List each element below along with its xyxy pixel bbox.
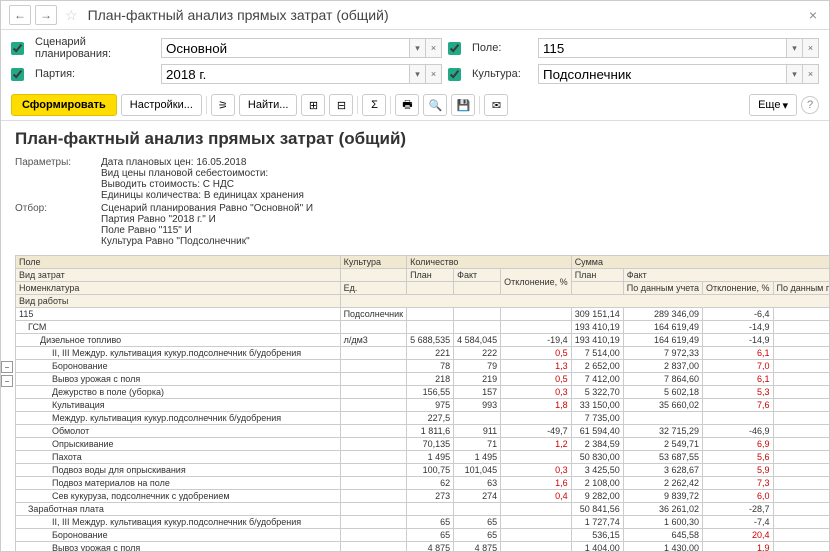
table-row[interactable]: Подвоз воды для опрыскивания100,75101,04… [16,464,830,477]
fav-icon[interactable]: ☆ [65,7,78,24]
table-row[interactable]: Боронование78791,32 652,002 837,007,0 [16,360,830,373]
sel-field-drop[interactable]: ▾ [787,38,803,58]
lbl-party: Партия: [35,68,155,80]
sel-party-drop[interactable]: ▾ [410,64,426,84]
sum-icon[interactable]: Σ [362,94,386,116]
chk-culture[interactable] [448,68,461,81]
table-row[interactable]: II, III Междур. культивация кукур.подсол… [16,347,830,360]
lbl-culture: Культура: [472,68,532,80]
table-row[interactable]: Сев кукуруза, подсолнечник с удобрением2… [16,490,830,503]
table-row[interactable]: Подвоз материалов на поле62631,62 108,00… [16,477,830,490]
find-button[interactable]: Найти... [239,94,298,116]
tree-collapse-2[interactable]: − [1,375,13,387]
report-params: Параметры: Дата плановых цен: 16.05.2018… [15,157,815,247]
table-row[interactable]: Опрыскивание70,135711,22 384,592 549,716… [16,438,830,451]
nav-fwd[interactable]: → [35,5,57,25]
lbl-field: Поле: [472,42,532,54]
table-row[interactable]: Пахота1 4951 49550 830,0053 687,555,6 [16,451,830,464]
preview-icon[interactable]: 🔍 [423,94,447,116]
sel-scenario-clear[interactable]: × [426,38,442,58]
settings-button[interactable]: Настройки... [121,94,202,116]
nav-back[interactable]: ← [9,5,31,25]
form-button[interactable]: Сформировать [11,94,117,116]
sel-field[interactable] [538,38,787,58]
table-row[interactable]: Вывоз урожая с поля4 8754 8751 404,001 4… [16,542,830,552]
sel-scenario[interactable] [161,38,410,58]
chk-scenario[interactable] [11,42,24,55]
tree-collapse-1[interactable]: − [1,361,13,373]
report-table: Поле Культура Количество Сумма Вид затра… [15,255,829,551]
help-icon[interactable]: ? [801,96,819,114]
lbl-scenario: Сценарий планирования: [35,36,155,60]
table-row[interactable]: Вывоз урожая с поля2182190,57 412,007 86… [16,373,830,386]
collapse-icon[interactable]: ⊟ [329,94,353,116]
print-icon[interactable]: 🖶 [395,94,419,116]
window-title: План-фактный анализ прямых затрат (общий… [88,7,389,23]
mail-icon[interactable]: ✉ [484,94,508,116]
table-row[interactable]: 115Подсолнечник309 151,14289 346,09-6,43… [16,308,830,321]
table-row[interactable]: Междур. культивация кукур.подсолнечник б… [16,412,830,425]
table-row[interactable]: Заработная плата50 841,5636 261,02-28,73… [16,503,830,516]
close-icon[interactable]: × [805,7,821,23]
save-icon[interactable]: 💾 [451,94,475,116]
sel-culture-drop[interactable]: ▾ [787,64,803,84]
table-row[interactable]: ГСМ193 410,19164 619,49-14,9 [16,321,830,334]
table-row[interactable]: Боронование6565536,15645,5820,4645,58 [16,529,830,542]
more-button[interactable]: Еще ▾ [749,94,797,116]
sel-culture-clear[interactable]: × [803,64,819,84]
sel-party[interactable] [161,64,410,84]
sel-scenario-drop[interactable]: ▾ [410,38,426,58]
table-row[interactable]: Дежурство в поле (уборка)156,551570,35 3… [16,386,830,399]
report-title: План-фактный анализ прямых затрат (общий… [15,129,815,149]
sel-field-clear[interactable]: × [803,38,819,58]
table-row[interactable]: Культивация9759931,833 150,0035 660,027,… [16,399,830,412]
sel-party-clear[interactable]: × [426,64,442,84]
table-row[interactable]: Обмолот1 811,6911-49,761 594,4032 715,29… [16,425,830,438]
filter-icon[interactable]: ⚞ [211,94,235,116]
table-row[interactable]: II, III Междур. культивация кукур.подсол… [16,516,830,529]
chk-field[interactable] [448,42,461,55]
sel-culture[interactable] [538,64,787,84]
table-row[interactable]: Дизельное топливол/дм35 688,5354 584,045… [16,334,830,347]
expand-icon[interactable]: ⊞ [301,94,325,116]
chk-party[interactable] [11,68,24,81]
